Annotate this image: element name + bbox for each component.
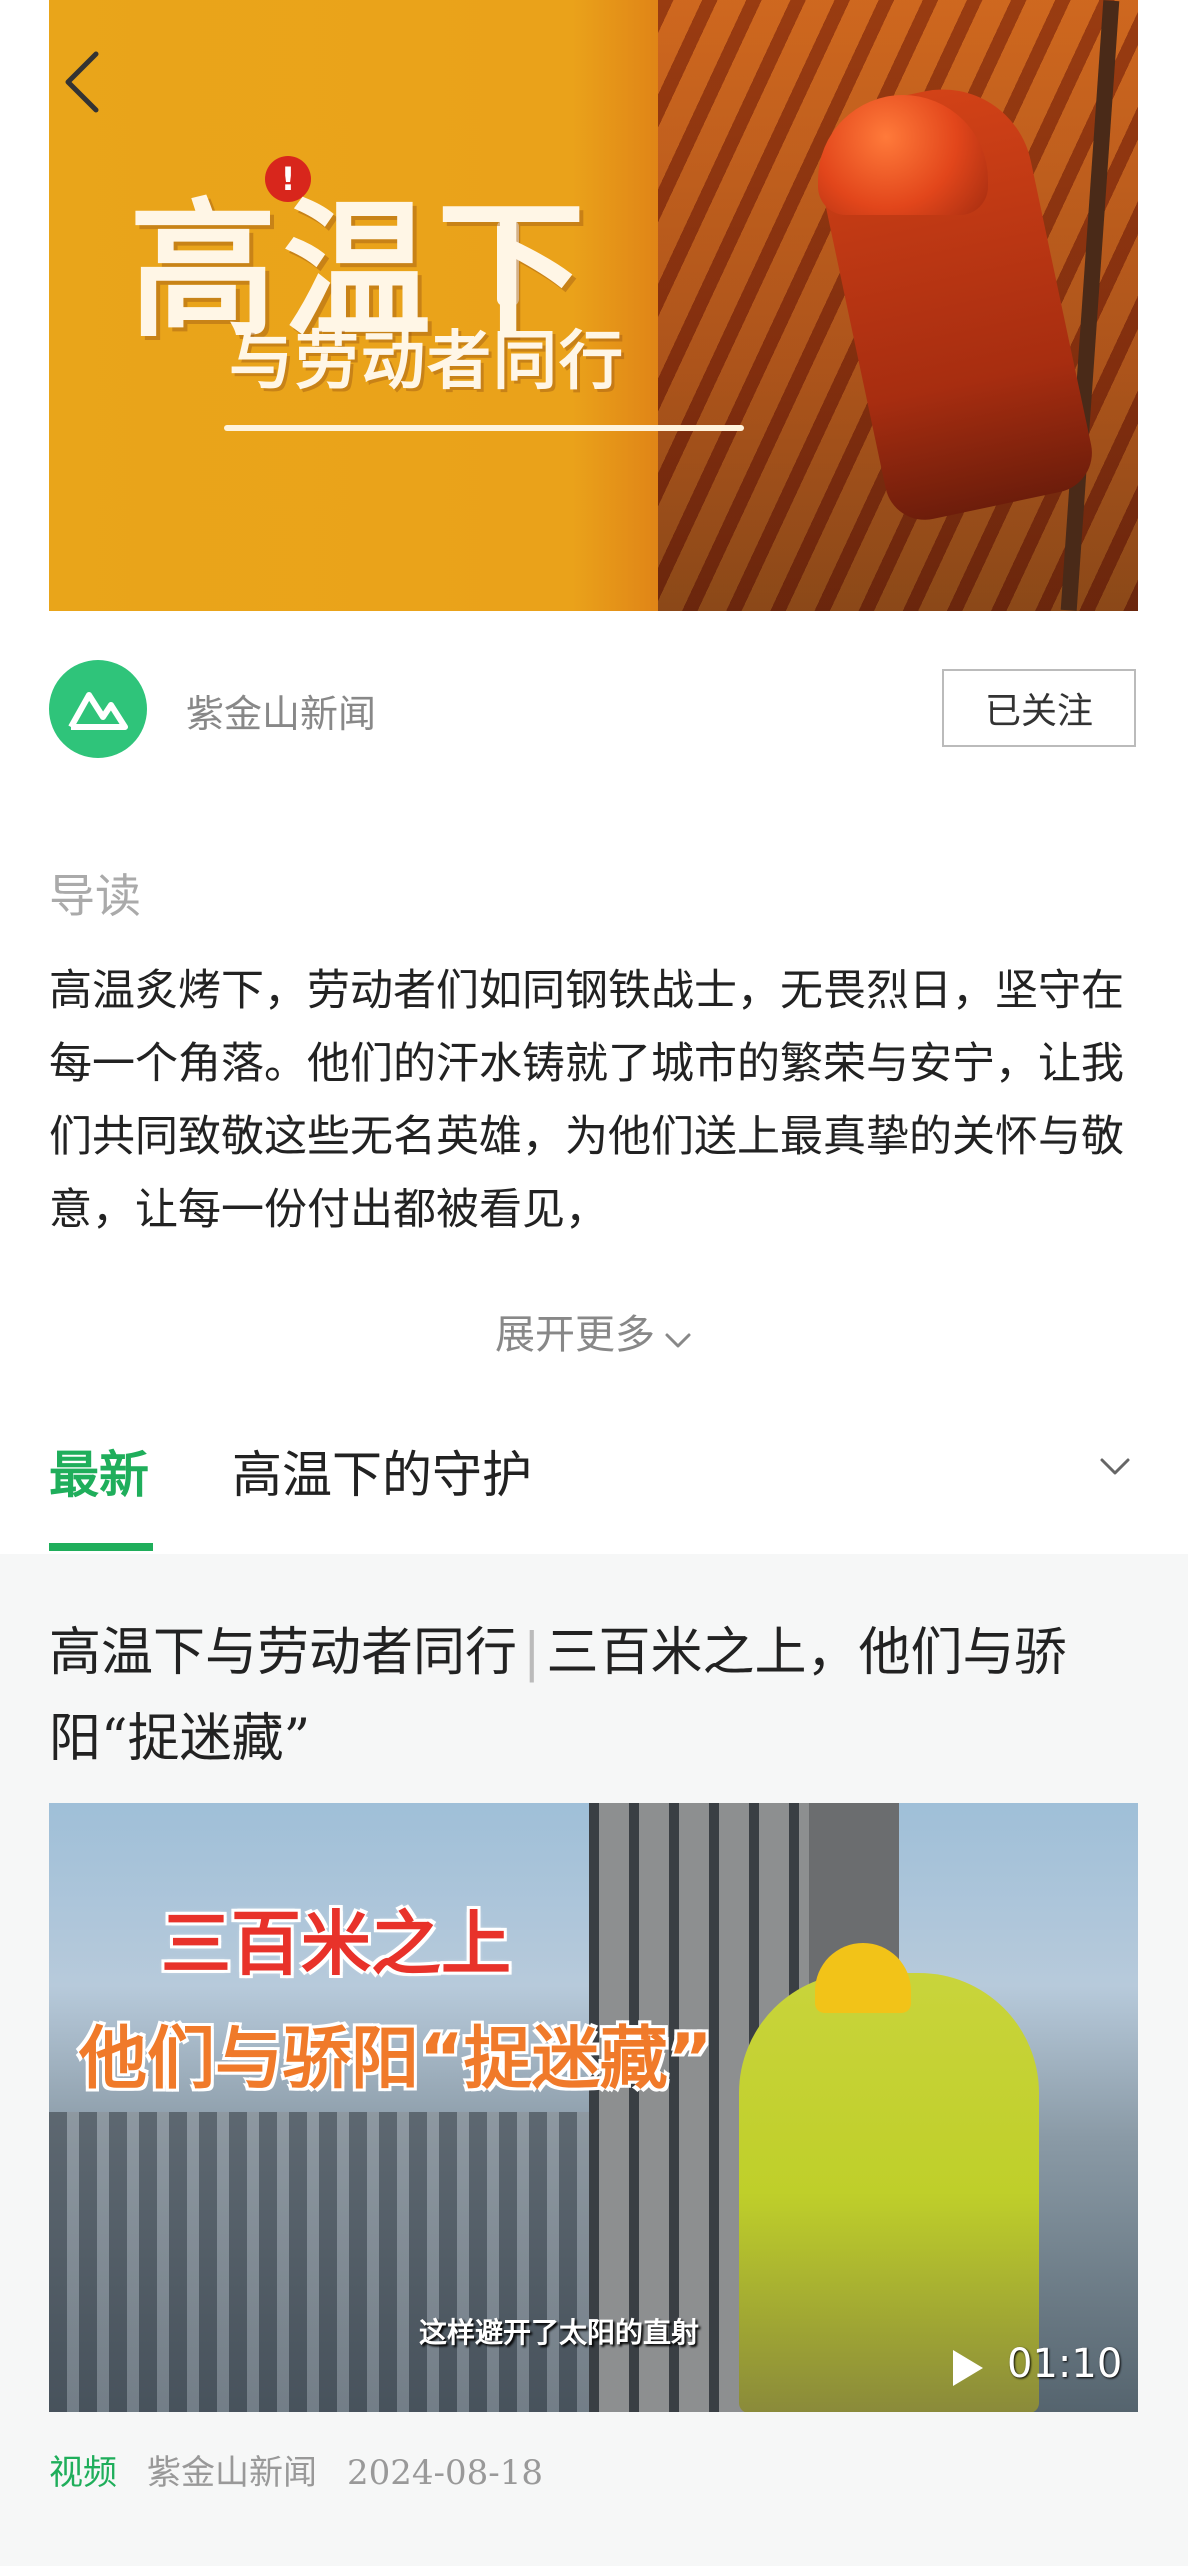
author-name[interactable]: 紫金山新闻 xyxy=(186,683,376,738)
expand-more-label: 展开更多 xyxy=(495,1312,655,1358)
play-icon[interactable] xyxy=(947,2348,987,2388)
article-meta: 视频 紫金山新闻 2024-08-18 xyxy=(49,2445,543,2494)
banner-subtitle: 与劳动者同行 xyxy=(229,324,625,399)
chevron-down-icon xyxy=(1100,1458,1130,1475)
title-separator: | xyxy=(523,1623,541,1683)
back-button[interactable] xyxy=(62,50,102,114)
author-avatar[interactable] xyxy=(49,660,147,758)
video-caption: 这样避开了太阳的直射 xyxy=(419,2316,700,2349)
video-thumbnail[interactable]: 三百米之上 他们与骄阳“捉迷藏” 这样避开了太阳的直射 01:10 xyxy=(49,1803,1138,2412)
active-tab-indicator xyxy=(49,1543,153,1551)
expand-more-button[interactable]: 展开更多 xyxy=(0,1302,1188,1361)
article-title-part1: 高温下与劳动者同行 xyxy=(49,1623,518,1683)
video-duration: 01:10 xyxy=(1007,2341,1123,2387)
tab-heat-guard[interactable]: 高温下的守护 xyxy=(232,1435,532,1507)
intro-heading: 导读 xyxy=(49,869,141,923)
intro-text: 高温炙烤下，劳动者们如同钢铁战士，无畏烈日，坚守在每一个角落。他们的汗水铸就了城… xyxy=(49,966,1124,1235)
worker-figure xyxy=(739,1973,1039,2412)
content-type-tag: 视频 xyxy=(49,2453,117,2493)
article-source: 紫金山新闻 xyxy=(147,2453,317,2493)
follow-button[interactable]: 已关注 xyxy=(942,669,1136,747)
tabs-expand-button[interactable] xyxy=(1096,1448,1134,1486)
video-overlay-subtitle: 他们与骄阳“捉迷藏” xyxy=(79,2020,713,2099)
tab-latest[interactable]: 最新 xyxy=(49,1435,149,1507)
banner-underline xyxy=(224,425,744,431)
article-title[interactable]: 高温下与劳动者同行 | 三百米之上，他们与骄阳“捉迷藏” xyxy=(49,1610,1144,1782)
header-banner: ! 高温下 与劳动者同行 xyxy=(49,0,1138,611)
article-date: 2024-08-18 xyxy=(347,2453,544,2493)
city-skyline xyxy=(49,2112,629,2412)
video-overlay-title: 三百米之上 xyxy=(161,1903,511,1985)
chevron-down-icon xyxy=(663,1315,693,1361)
chevron-left-icon xyxy=(65,51,99,113)
mountain-logo-icon xyxy=(68,692,128,730)
